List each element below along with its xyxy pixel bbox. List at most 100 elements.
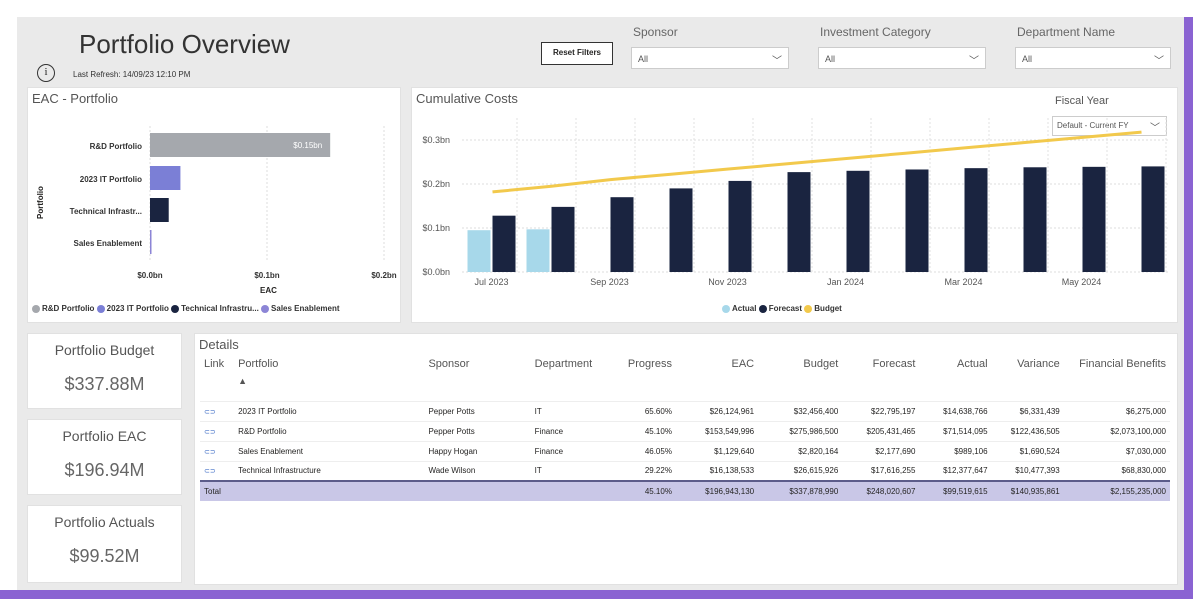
col-header-variance[interactable]: Variance (992, 356, 1064, 401)
col-header-link[interactable]: Link (200, 356, 234, 401)
link-icon[interactable]: ⊂⊃ (204, 468, 216, 475)
kpi-value: $337.88M (64, 374, 145, 394)
info-icon[interactable]: i (37, 64, 55, 82)
x-tick-label: $0.0bn (137, 271, 162, 280)
col-header-budget[interactable]: Budget (758, 356, 842, 401)
total-cell (424, 480, 531, 501)
link-cell[interactable]: ⊂⊃ (200, 400, 235, 421)
col-header-financial-benefits[interactable]: Financial Benefits (1064, 356, 1170, 401)
legend-item-sales[interactable]: Sales Enablement (261, 304, 340, 313)
top-strip (0, 0, 1193, 17)
details-panel: Details Link Portfolio ▲ Sponsor Departme… (194, 333, 1178, 585)
table-cell: $10,477,393 (991, 460, 1064, 481)
x-tick-label: Jul 2023 (474, 277, 508, 287)
y-category-label: Sales Enablement (74, 239, 143, 248)
kpi-value: $196.94M (64, 460, 145, 480)
table-cell: Finance (530, 440, 621, 461)
cumulative-legend: Actual Forecast Budget (722, 304, 842, 313)
forecast-bar (905, 169, 929, 272)
table-cell: $1,129,640 (675, 440, 759, 461)
x-tick-label: Sep 2023 (590, 277, 629, 287)
legend-item-budget[interactable]: Budget (804, 304, 842, 313)
kpi-value: $99.52M (69, 546, 140, 566)
actual-bar (467, 230, 491, 272)
legend-item-forecast[interactable]: Forecast (758, 304, 802, 313)
department-name-dropdown[interactable]: All ﹀ (1015, 47, 1171, 69)
left-margin (0, 17, 17, 599)
table-cell: $14,638,766 (919, 400, 992, 421)
table-cell: $22,795,197 (842, 400, 920, 421)
table-cell: $12,377,647 (919, 460, 992, 481)
table-cell: 65.60% (620, 400, 676, 421)
investment-category-value: All (825, 54, 836, 64)
table-cell: $2,177,690 (842, 440, 920, 461)
bar-data-label: $0.15bn (293, 141, 322, 150)
total-cell: Total (200, 480, 425, 501)
actual-bar (526, 229, 550, 272)
x-tick-label: May 2024 (1062, 277, 1102, 287)
right-accent-bar (1184, 17, 1193, 599)
col-header-forecast[interactable]: Forecast (842, 356, 919, 401)
table-cell: $275,986,500 (758, 420, 843, 441)
table-cell: Wade Wilson (424, 460, 531, 481)
y-category-label: Technical Infrastr... (70, 207, 142, 216)
app-root: Portfolio Overview i Last Refresh: 14/09… (0, 0, 1193, 599)
col-header-portfolio[interactable]: Portfolio ▲ (234, 356, 424, 401)
investment-category-dropdown[interactable]: All ﹀ (818, 47, 986, 69)
table-cell: 46.05% (620, 440, 676, 461)
sponsor-label: Sponsor (633, 25, 678, 39)
col-header-sponsor[interactable]: Sponsor (424, 356, 530, 401)
table-cell: 29.22% (620, 460, 676, 481)
link-icon[interactable]: ⊂⊃ (204, 429, 216, 436)
link-cell[interactable]: ⊂⊃ (200, 420, 235, 441)
forecast-bar (610, 197, 634, 272)
link-icon[interactable]: ⊂⊃ (204, 449, 216, 456)
table-cell: $17,616,255 (842, 460, 920, 481)
table-cell: Finance (530, 420, 621, 441)
table-row[interactable]: ⊂⊃ Technical Infrastructure Wade Wilson IT 2… (200, 460, 1170, 481)
legend-item-rd[interactable]: R&D Portfolio (32, 304, 94, 313)
total-cell: $2,155,235,000 (1063, 480, 1170, 501)
col-header-progress[interactable]: Progress (621, 356, 676, 401)
forecast-bar (964, 168, 988, 272)
x-tick-label: $0.1bn (254, 271, 279, 280)
sponsor-dropdown[interactable]: All ﹀ (631, 47, 789, 69)
forecast-bar (1141, 166, 1165, 272)
table-cell: Technical Infrastructure (234, 460, 425, 481)
table-row[interactable]: ⊂⊃ R&D Portfolio Pepper Potts Finance 45.10%… (200, 420, 1170, 441)
bar-1 (150, 166, 181, 190)
forecast-bar (551, 206, 575, 272)
total-cell: $99,519,615 (919, 480, 992, 501)
x-tick-label: Mar 2024 (944, 277, 982, 287)
link-cell[interactable]: ⊂⊃ (200, 460, 235, 481)
table-cell: $2,073,100,000 (1063, 420, 1170, 441)
forecast-bar (669, 188, 693, 272)
link-icon[interactable]: ⊂⊃ (204, 409, 216, 416)
col-header-eac[interactable]: EAC (676, 356, 758, 401)
col-header-department[interactable]: Department (531, 356, 621, 401)
kpi-label: Portfolio EAC (62, 428, 147, 444)
table-row[interactable]: ⊂⊃ 2023 IT Portfolio Pepper Potts IT 65.60% $… (200, 400, 1170, 421)
legend-item-2023-it[interactable]: 2023 IT Portfolio (96, 304, 169, 313)
eac-panel: EAC - Portfolio Portfolio $0.0bn $0.1bn $0… (27, 87, 401, 323)
table-cell: Pepper Potts (424, 400, 531, 421)
total-cell: $196,943,130 (675, 480, 759, 501)
legend-item-actual[interactable]: Actual (722, 304, 756, 313)
kpi-portfolio-budget: Portfolio Budget $337.88M (27, 333, 182, 409)
cumulative-chart: $0.0bn $0.1bn $0.2bn $0.3bn Jul 2023 Sep 2023… (422, 118, 1170, 287)
reset-filters-button[interactable]: Reset Filters (541, 42, 613, 65)
table-cell: $16,138,533 (675, 460, 759, 481)
total-row: Total 45.10% $196,943,130 $337,878,990 $248,… (200, 480, 1170, 501)
table-cell: R&D Portfolio (234, 420, 425, 441)
table-cell: $26,124,961 (675, 400, 759, 421)
legend-item-tech[interactable]: Technical Infrastru... (171, 304, 259, 313)
forecast-bar (728, 180, 752, 272)
table-cell: $122,436,505 (991, 420, 1064, 441)
link-cell[interactable]: ⊂⊃ (200, 440, 235, 461)
table-cell: $26,615,926 (758, 460, 843, 481)
last-refresh: Last Refresh: 14/09/23 12:10 PM (73, 70, 191, 79)
total-cell: $140,935,861 (991, 480, 1064, 501)
col-header-actual[interactable]: Actual (919, 356, 991, 401)
kpi-label: Portfolio Actuals (54, 514, 155, 530)
table-row[interactable]: ⊂⊃ Sales Enablement Happy Hogan Finance 46.0… (200, 440, 1170, 461)
